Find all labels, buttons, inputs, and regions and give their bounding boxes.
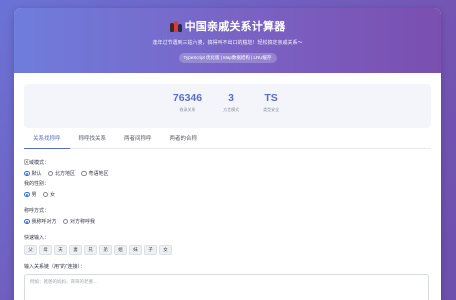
radio-icon[interactable] <box>42 191 49 198</box>
family-icon <box>169 20 182 32</box>
gender-options: 男 女 <box>24 191 55 198</box>
mode-tabs: 关系找称呼 称呼找关系 两者间称呼 两者的合称 <box>24 129 431 149</box>
region-option-cantonese[interactable]: 粤语地区 <box>81 170 109 177</box>
radio-label: 我称呼对方 <box>31 219 57 225</box>
quick-button-younger-brother[interactable]: 弟 <box>99 245 112 255</box>
main-card: 中国亲戚关系计算器 逢年过节遇到三姑六婆，搞得叫不出口的尴尬！轻松搞定亲戚关系～… <box>14 8 441 300</box>
radio-label: 粤语地区 <box>88 171 109 177</box>
radio-selected-icon[interactable] <box>24 191 30 198</box>
quick-button-husband[interactable]: 夫 <box>54 245 67 255</box>
gender-label: 我的性别： <box>24 181 50 187</box>
quick-input-label: 快速输入： <box>24 235 50 241</box>
page-title: 中国亲戚关系计算器 <box>14 18 441 34</box>
stat-label: 方言模式 <box>223 107 240 112</box>
relation-chain-input[interactable] <box>30 279 423 299</box>
quick-button-daughter[interactable]: 女 <box>159 245 172 255</box>
page-subtitle: 逢年过节遇到三姑六婆，搞得叫不出口的尴尬！轻松搞定亲戚关系～ <box>152 40 303 46</box>
radio-label: 默认 <box>31 171 42 177</box>
radio-icon[interactable] <box>47 170 54 177</box>
stat-relations: 76346 收录关系 <box>173 92 202 128</box>
relation-input-label: 输入关系链（用"的"连接）： <box>24 264 86 270</box>
stat-value: 76346 <box>172 92 203 104</box>
tab-relation-to-title[interactable]: 关系找称呼 <box>24 129 70 149</box>
stat-label: 类型安全 <box>263 107 280 112</box>
radio-selected-icon[interactable] <box>24 218 30 225</box>
call-mode-options: 我称呼对方 对方称呼我 <box>24 218 95 225</box>
gender-section: 我的性别： 男 女 <box>24 180 55 198</box>
stat-value: TS <box>264 92 278 104</box>
call-mode-option-i-call[interactable]: 我称呼对方 <box>24 218 57 225</box>
quick-button-mother[interactable]: 母 <box>39 245 52 255</box>
tab-combined-title[interactable]: 两者的合称 <box>161 129 207 149</box>
gender-option-female[interactable]: 女 <box>42 191 56 198</box>
region-option-default[interactable]: 默认 <box>24 170 42 177</box>
stat-label: 收录关系 <box>179 107 196 112</box>
relation-input-box <box>24 274 429 300</box>
tab-between-two[interactable]: 两者间称呼 <box>115 129 161 149</box>
stat-dialects: 3 方言模式 <box>220 92 242 128</box>
radio-label: 对方称呼我 <box>70 219 96 225</box>
quick-button-wife[interactable]: 妻 <box>69 245 82 255</box>
region-label: 区域模式： <box>24 160 50 166</box>
radio-label: 女 <box>50 192 56 198</box>
region-option-north[interactable]: 北方地区 <box>47 170 76 177</box>
radio-icon[interactable] <box>62 218 69 225</box>
page-title-text: 中国亲戚关系计算器 <box>184 21 286 33</box>
quick-button-younger-sister[interactable]: 妹 <box>129 245 142 255</box>
quick-button-father[interactable]: 父 <box>24 245 37 255</box>
quick-button-elder-brother[interactable]: 兄 <box>84 245 97 255</box>
radio-icon[interactable] <box>81 170 87 177</box>
quick-button-elder-sister[interactable]: 姐 <box>114 245 127 255</box>
radio-label: 男 <box>31 192 37 198</box>
tech-badge: TypeScript 优化版 | Map数据结构 | LRU缓存 <box>178 53 277 63</box>
radio-label: 北方地区 <box>55 171 76 177</box>
call-mode-option-they-call[interactable]: 对方称呼我 <box>62 218 96 225</box>
relation-input-section: 输入关系链（用"的"连接）： <box>24 263 429 300</box>
stats-panel: 76346 收录关系 3 方言模式 TS 类型安全 <box>24 84 431 128</box>
quick-button-son[interactable]: 子 <box>144 245 157 255</box>
stat-typesafe: TS 类型安全 <box>260 92 282 128</box>
quick-input-buttons: 父 母 夫 妻 兄 弟 姐 妹 子 女 <box>24 245 172 255</box>
region-options: 默认 北方地区 粤语地区 <box>24 170 109 177</box>
stat-value: 3 <box>228 92 235 104</box>
header-banner: 中国亲戚关系计算器 逢年过节遇到三姑六婆，搞得叫不出口的尴尬！轻松搞定亲戚关系～… <box>14 8 441 73</box>
gender-option-male[interactable]: 男 <box>24 191 37 198</box>
region-section: 区域模式： 默认 北方地区 粤语地区 <box>24 159 109 177</box>
quick-input-section: 快速输入： 父 母 夫 妻 兄 弟 姐 妹 子 女 <box>24 234 172 255</box>
call-mode-section: 称呼方式： 我称呼对方 对方称呼我 <box>24 207 95 225</box>
call-mode-label: 称呼方式： <box>24 208 50 214</box>
radio-selected-icon[interactable] <box>24 170 30 177</box>
tab-title-to-relation[interactable]: 称呼找关系 <box>70 129 116 149</box>
